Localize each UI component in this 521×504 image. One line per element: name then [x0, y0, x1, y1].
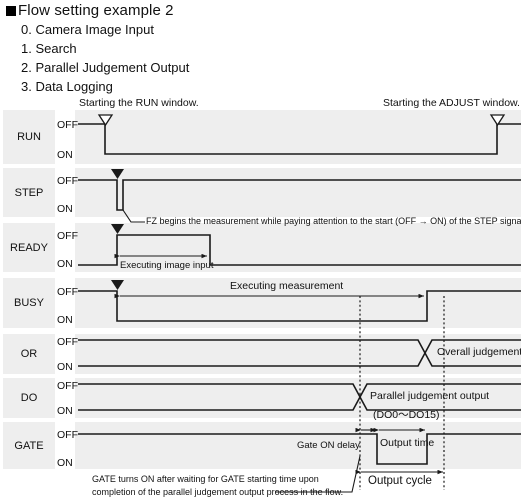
flow-step-1: 1. Search [21, 41, 77, 56]
flow-step-0: 0. Camera Image Input [21, 22, 154, 37]
marker-busy-icon [111, 280, 124, 290]
waveform-step [78, 179, 521, 211]
marker-step-icon [111, 169, 124, 179]
marker-ready-icon [111, 224, 124, 234]
page-title-text: Flow setting example 2 [18, 2, 174, 19]
annotation-output-time: Output time [380, 437, 435, 449]
flow-step-2: 2. Parallel Judgement Output [21, 60, 190, 75]
annotation-run-start: Starting the RUN window. [79, 97, 199, 109]
page-title: Flow setting example 2 [6, 2, 174, 19]
waveform-layer [78, 114, 521, 493]
annotation-do-range: (DO0～DO15) [373, 409, 440, 421]
annotation-gate-on-delay: Gate ON delay [297, 440, 360, 451]
annotation-image-input: Executing image input [120, 260, 214, 271]
flow-step-3: 3. Data Logging [21, 79, 113, 94]
leader-step-note [122, 209, 145, 223]
timing-diagram: RUN STEP READY BUSY OR DO GATE OFF ON OF… [0, 97, 521, 504]
annotation-gate-note-line2: completion of the parallel judgement out… [92, 487, 344, 497]
annotation-output-cycle: Output cycle [368, 475, 432, 487]
annotation-overall-judgement: Overall judgement [437, 346, 521, 358]
annotation-adjust-start: Starting the ADJUST window. [383, 97, 520, 109]
annotation-parallel-output: Parallel judgement output [370, 390, 490, 402]
waveform-run [78, 123, 521, 155]
annotation-measurement: Executing measurement [230, 280, 344, 292]
annotation-gate-note-line1: GATE turns ON after waiting for GATE sta… [92, 474, 319, 484]
annotation-step-note: FZ begins the measurement while paying a… [146, 216, 521, 226]
bullet-square-icon [6, 6, 16, 16]
